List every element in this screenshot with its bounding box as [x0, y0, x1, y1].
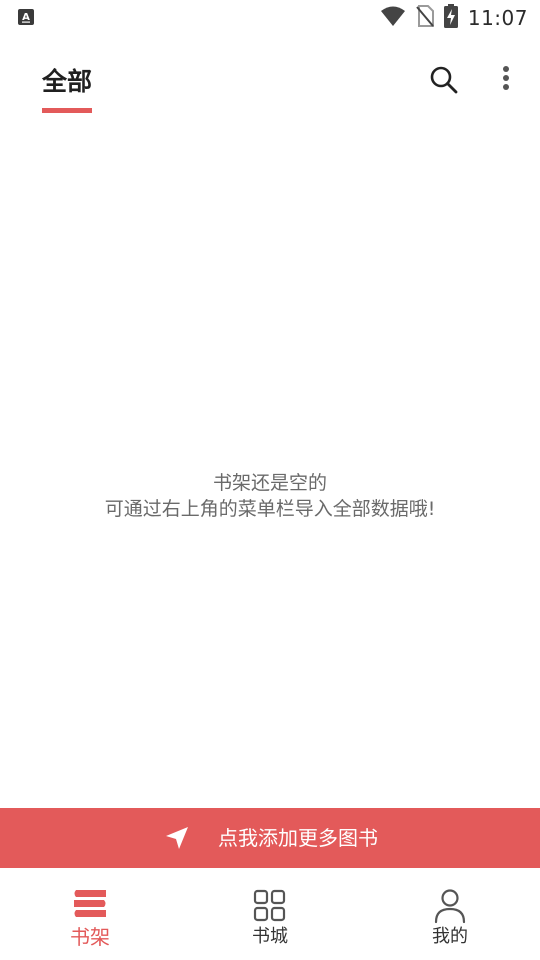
more-vert-icon — [503, 66, 509, 90]
grid-icon — [253, 889, 286, 922]
more-options-button[interactable] — [494, 62, 518, 98]
nav-label-bookshelf: 书架 — [70, 925, 110, 949]
nav-item-bookstore[interactable]: 书城 — [180, 868, 360, 960]
nav-item-mine[interactable]: 我的 — [360, 868, 540, 960]
empty-state-title: 书架还是空的 — [212, 472, 327, 494]
top-app-bar: 全部 — [0, 36, 540, 120]
bottom-navigation: 书架 书城 我的 — [0, 868, 540, 960]
tab-all[interactable]: 全部 — [42, 62, 92, 98]
tab-indicator — [42, 108, 92, 113]
add-books-label: 点我添加更多图书 — [218, 826, 378, 850]
wifi-icon — [380, 5, 406, 31]
nav-label-mine: 我的 — [432, 926, 468, 947]
status-icons: 11:07 — [380, 4, 528, 32]
nav-label-bookstore: 书城 — [252, 926, 288, 947]
svg-text:A: A — [22, 12, 30, 23]
keyboard-a-icon: A — [18, 9, 34, 25]
send-icon — [166, 827, 188, 849]
search-icon — [430, 66, 458, 94]
search-button[interactable] — [426, 62, 462, 98]
nav-item-bookshelf[interactable]: 书架 — [0, 868, 180, 960]
status-bar: A 11:07 — [0, 0, 540, 36]
battery-charging-icon — [443, 4, 458, 32]
empty-state-hint: 可通过右上角的菜单栏导入全部数据哦! — [104, 498, 436, 520]
status-time: 11:07 — [467, 6, 528, 30]
empty-state: 书架还是空的 可通过右上角的菜单栏导入全部数据哦! — [0, 470, 540, 522]
bookshelf-icon — [74, 890, 106, 917]
no-sim-icon — [416, 5, 434, 31]
add-books-button[interactable]: 点我添加更多图书 — [0, 808, 540, 868]
person-icon — [434, 889, 466, 924]
